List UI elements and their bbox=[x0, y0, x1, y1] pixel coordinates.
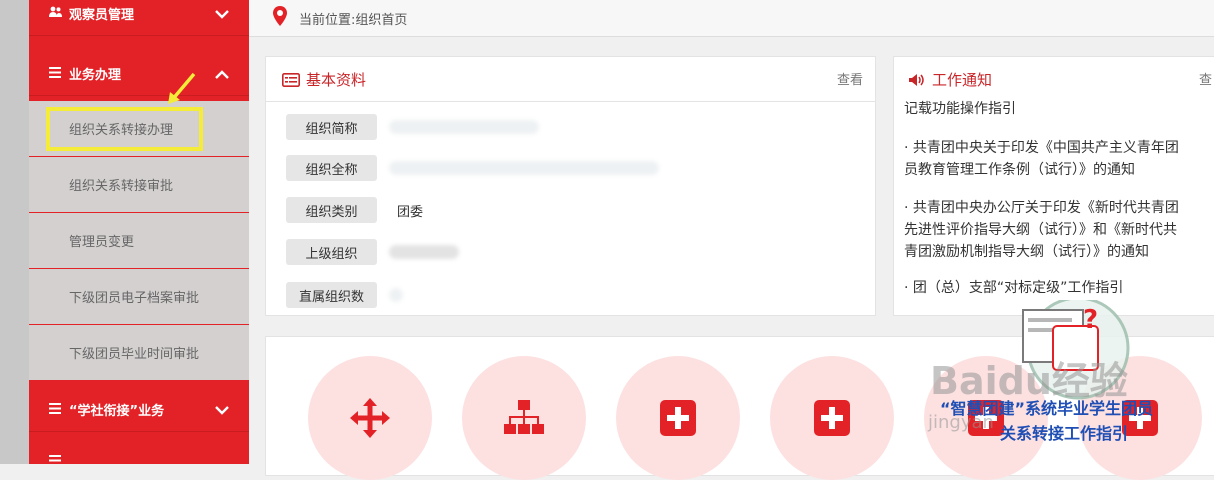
view-more-link[interactable]: 查 bbox=[1199, 69, 1212, 88]
submenu-label: 管理员变更 bbox=[69, 235, 135, 250]
submenu-archive-approve[interactable]: 下级团员电子档案审批 bbox=[29, 269, 249, 325]
panel-title: 基本资料 bbox=[306, 71, 367, 89]
info-label: 直属组织数 bbox=[286, 282, 377, 308]
sidebar-item-label: 观察员管理 bbox=[69, 8, 135, 23]
speaker-icon bbox=[908, 72, 926, 91]
menu-lines-icon bbox=[49, 454, 63, 464]
submenu-admin-change[interactable]: 管理员变更 bbox=[29, 213, 249, 269]
blurred-value bbox=[389, 245, 459, 259]
watermark-caption-1: “智慧团建”系统毕业学生团员 bbox=[940, 399, 1154, 418]
sidebar-item-observer-management[interactable]: 观察员管理 bbox=[29, 0, 249, 36]
panel-header: 基本资料 查看 bbox=[266, 57, 875, 102]
info-label: 上级组织 bbox=[286, 239, 377, 265]
view-more-link[interactable]: 查看 bbox=[837, 69, 863, 88]
blurred-value bbox=[389, 120, 539, 134]
chevron-down-icon[interactable] bbox=[215, 388, 229, 432]
left-gutter bbox=[0, 0, 29, 464]
notice-item[interactable]: · 共青团中央办公厅关于印发《新时代共青团 bbox=[904, 197, 1214, 219]
list-card-icon bbox=[282, 72, 300, 91]
info-row: 直属组织数 bbox=[286, 282, 403, 308]
baidu-jingyan-watermark: ? Baidu经验 jingyan “智慧团建”系统毕业学生团员 关系转接工作指… bbox=[928, 296, 1214, 464]
notice-item[interactable]: · 共青团中央关于印发《中国共产主义青年团 bbox=[904, 137, 1214, 159]
quick-action-org[interactable] bbox=[462, 356, 586, 480]
notice-item-cont[interactable]: 青团激励机制指导大纲（试行）》的通知 bbox=[904, 241, 1214, 263]
plus-square-icon bbox=[660, 400, 696, 436]
panel-title: 工作通知 bbox=[932, 71, 993, 89]
blurred-value bbox=[389, 288, 403, 302]
breadcrumb-text: 当前位置:组织首页 bbox=[299, 13, 408, 28]
work-notice-panel: 工作通知 查 记载功能操作指引 · 共青团中央关于印发《中国共产主义青年团 员教… bbox=[893, 56, 1214, 316]
quick-action-add-2[interactable] bbox=[770, 356, 894, 480]
sidebar: 观察员管理 业务办理 组织关系转接办理 组织关系转接审批 管理员变更 下级团员电… bbox=[29, 0, 249, 464]
basic-info-panel: 基本资料 查看 组织简称 组织全称 组织类别 团委 上级组织 直属组织数 bbox=[265, 56, 876, 316]
submenu-graduation-approve[interactable]: 下级团员毕业时间审批 bbox=[29, 325, 249, 381]
location-pin-icon bbox=[273, 6, 287, 30]
notice-item[interactable]: 记载功能操作指引 bbox=[904, 98, 1214, 120]
quick-action-add-1[interactable] bbox=[616, 356, 740, 480]
info-label: 组织简称 bbox=[286, 114, 377, 140]
notice-item-cont[interactable]: 员教育管理工作条例（试行）》的通知 bbox=[904, 159, 1214, 181]
users-icon bbox=[49, 6, 63, 21]
watermark-caption-2: 关系转接工作指引 bbox=[1000, 424, 1129, 443]
info-value: 团委 bbox=[397, 204, 424, 220]
blurred-value bbox=[389, 161, 659, 175]
submenu-label: 组织关系转接审批 bbox=[69, 179, 174, 194]
plus-square-icon bbox=[814, 400, 850, 436]
info-label: 组织全称 bbox=[286, 155, 377, 181]
menu-lines-icon bbox=[49, 66, 63, 81]
sidebar-item-school-society[interactable]: “学社衔接”业务 bbox=[29, 388, 249, 432]
info-label: 组织类别 bbox=[286, 197, 377, 223]
org-chart-icon bbox=[504, 400, 544, 434]
chevron-up-icon[interactable] bbox=[215, 52, 229, 96]
submenu-label: 下级团员毕业时间审批 bbox=[69, 347, 200, 362]
chevron-down-icon[interactable] bbox=[215, 0, 229, 36]
submenu-transfer-approve[interactable]: 组织关系转接审批 bbox=[29, 157, 249, 213]
svg-text:?: ? bbox=[1083, 305, 1098, 335]
highlight-box bbox=[46, 107, 203, 151]
quick-action-move[interactable] bbox=[308, 356, 432, 480]
notice-item[interactable]: · 团（总）支部“对标定级”工作指引 bbox=[904, 277, 1214, 299]
breadcrumb: 当前位置:组织首页 bbox=[249, 0, 1214, 37]
submenu-label: 下级团员电子档案审批 bbox=[69, 291, 200, 306]
sidebar-item-next[interactable] bbox=[29, 440, 249, 464]
move-arrows-icon bbox=[350, 398, 390, 438]
sidebar-item-business[interactable]: 业务办理 bbox=[29, 52, 249, 96]
notice-item-cont[interactable]: 先进性评价指导大纲（试行）》和《新时代共 bbox=[904, 219, 1214, 241]
pointer-arrow-icon bbox=[168, 72, 196, 104]
info-row: 组织简称 bbox=[286, 114, 539, 140]
sidebar-item-label: “学社衔接”业务 bbox=[69, 404, 165, 419]
info-row: 上级组织 bbox=[286, 239, 459, 265]
info-row: 组织全称 bbox=[286, 155, 659, 181]
sidebar-item-label: 业务办理 bbox=[69, 68, 122, 83]
info-row: 组织类别 团委 bbox=[286, 197, 423, 223]
menu-lines-icon bbox=[49, 402, 63, 417]
panel-header: 工作通知 查 bbox=[894, 57, 1214, 101]
